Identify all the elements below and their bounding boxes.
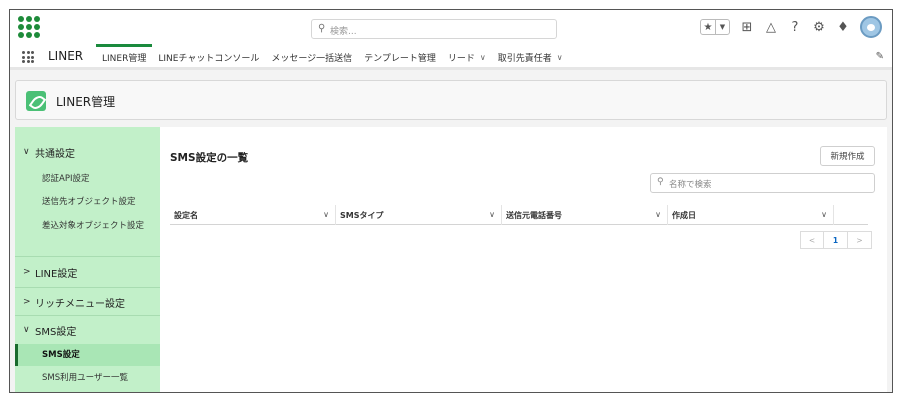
search-icon: ⚲: [318, 23, 326, 34]
gear-icon[interactable]: ⚙: [812, 21, 826, 34]
sidebar-item-sms-users[interactable]: SMS利用ユーザー一覧: [15, 372, 160, 384]
search-icon: ⚲: [657, 177, 664, 187]
sidebar-item-destination-object[interactable]: 送信先オブジェクト設定: [15, 196, 160, 208]
sidebar-item-auth-api[interactable]: 認証API設定: [15, 173, 160, 185]
pagination-next-button[interactable]: >: [848, 231, 872, 249]
table-header: 設定名 ∨ SMSタイプ ∨ 送信元電話番号 ∨ 作成日 ∨: [170, 205, 868, 225]
column-header-created-date[interactable]: 作成日 ∨: [668, 205, 834, 225]
liner-logo-icon[interactable]: [18, 16, 42, 38]
sidebar-item-sms-settings[interactable]: SMS設定: [15, 344, 160, 366]
column-header-sms-type[interactable]: SMSタイプ ∨: [336, 205, 502, 225]
leaf-icon: [26, 91, 46, 111]
sidebar: ∨ 共通設定 認証API設定 送信先オブジェクト設定 差込対象オブジェクト設定 …: [15, 127, 160, 392]
nav-tab-liner-admin[interactable]: LINER管理: [96, 44, 153, 70]
new-button[interactable]: 新規作成: [820, 146, 875, 166]
app-launcher-icon[interactable]: [22, 51, 34, 63]
nav-tab-line-chat-console[interactable]: LINEチャットコンソール: [152, 44, 265, 70]
favorites-button[interactable]: ★ ▼: [700, 19, 730, 35]
chevron-down-icon[interactable]: ∨: [557, 53, 563, 62]
global-search-input[interactable]: ⚲ 検索...: [311, 19, 557, 39]
chevron-down-icon[interactable]: ∨: [489, 210, 495, 219]
chevron-down-icon[interactable]: ∨: [480, 53, 486, 62]
chevron-right-icon: >: [23, 267, 31, 277]
app-window: ⚲ 検索... ★ ▼ ⊞ △ ? ⚙ ♦ LINER LINER管理 LINE…: [9, 9, 893, 393]
header-utilities: ★ ▼ ⊞ △ ? ⚙ ♦: [700, 16, 882, 38]
app-name: LINER: [48, 49, 84, 63]
page-title: LINER管理: [56, 95, 116, 109]
column-header-setting-name[interactable]: 設定名 ∨: [170, 205, 336, 225]
edit-nav-icon[interactable]: ✎: [876, 51, 884, 62]
chevron-down-icon[interactable]: ∨: [655, 210, 661, 219]
pagination: < 1 >: [800, 231, 872, 249]
chevron-down-icon: ∨: [23, 325, 30, 335]
nav-tab-leads[interactable]: リード ∨: [442, 44, 492, 70]
sidebar-group-rich-menu-settings[interactable]: > リッチメニュー設定: [15, 287, 160, 317]
avatar[interactable]: [860, 16, 882, 38]
pagination-page-button[interactable]: 1: [824, 231, 848, 249]
app-navigation-bar: LINER LINER管理 LINEチャットコンソール メッセージ一括送信 テン…: [10, 44, 892, 70]
sidebar-group-line-settings[interactable]: > LINE設定: [15, 257, 160, 287]
nav-tabs: LINER管理 LINEチャットコンソール メッセージ一括送信 テンプレート管理…: [96, 44, 569, 70]
nav-tab-bulk-message[interactable]: メッセージ一括送信: [265, 44, 358, 70]
help-icon[interactable]: ?: [788, 21, 802, 34]
chevron-right-icon: >: [23, 297, 31, 307]
main-content: SMS設定の一覧 新規作成 ⚲ 名称で検索 設定名 ∨ SMSタイプ ∨ 送信元…: [160, 127, 887, 392]
chevron-down-icon[interactable]: ∨: [323, 210, 329, 219]
name-search-input[interactable]: ⚲ 名称で検索: [650, 173, 875, 193]
sidebar-group-sms-settings[interactable]: ∨ SMS設定: [15, 315, 160, 345]
nav-tab-contacts[interactable]: 取引先責任者 ∨: [492, 44, 569, 70]
sidebar-group-common-settings[interactable]: ∨ 共通設定: [15, 137, 160, 167]
chevron-down-icon: ∨: [23, 147, 30, 157]
sidebar-item-merge-object[interactable]: 差込対象オブジェクト設定: [15, 220, 145, 232]
chevron-down-icon[interactable]: ∨: [821, 210, 827, 219]
trailhead-icon[interactable]: △: [764, 21, 778, 34]
nav-tab-template-admin[interactable]: テンプレート管理: [358, 44, 442, 70]
global-header: ⚲ 検索... ★ ▼ ⊞ △ ? ⚙ ♦: [10, 10, 892, 44]
bell-icon[interactable]: ♦: [836, 21, 850, 34]
global-search-placeholder: 検索...: [330, 27, 357, 37]
pagination-prev-button[interactable]: <: [800, 231, 824, 249]
chevron-down-icon[interactable]: ▼: [715, 20, 729, 34]
page-header: LINER管理: [15, 80, 887, 120]
list-title: SMS設定の一覧: [170, 152, 249, 164]
star-icon[interactable]: ★: [701, 20, 715, 34]
column-header-sender-phone[interactable]: 送信元電話番号 ∨: [502, 205, 668, 225]
name-search-placeholder: 名称で検索: [669, 180, 712, 190]
add-icon[interactable]: ⊞: [740, 21, 754, 34]
